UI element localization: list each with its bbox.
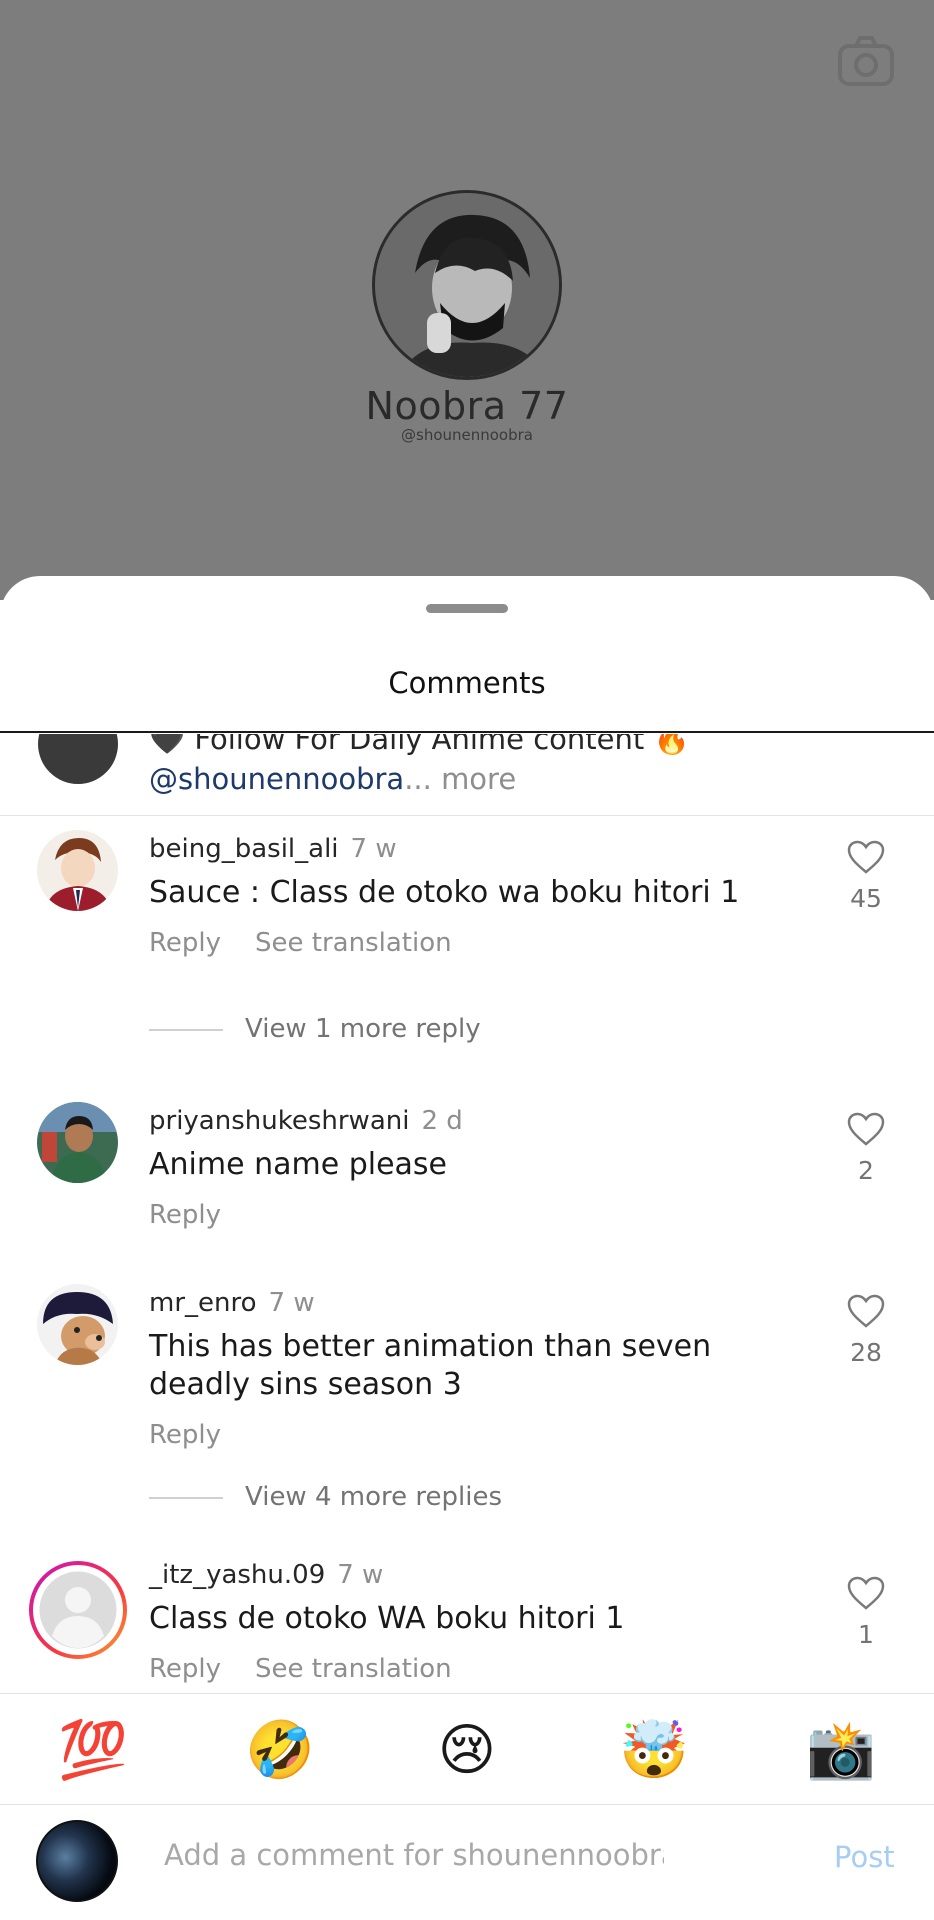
comment-username[interactable]: _itz_yashu.09 xyxy=(149,1560,325,1590)
heart-icon[interactable] xyxy=(847,840,885,874)
see-translation-button[interactable]: See translation xyxy=(255,1654,452,1684)
reply-button[interactable]: Reply xyxy=(149,1654,221,1684)
heart-icon[interactable] xyxy=(847,1576,885,1610)
comment-actions: Reply xyxy=(149,1420,221,1450)
reply-button[interactable]: Reply xyxy=(149,1200,221,1230)
current-user-avatar xyxy=(36,1820,118,1902)
comment-text: This has better animation than seven dea… xyxy=(149,1329,712,1402)
crying-emoji-button[interactable]: 😢 xyxy=(432,1716,502,1786)
drag-handle[interactable] xyxy=(426,604,508,613)
comment-input-bar: Post xyxy=(0,1806,934,1920)
profile-avatar xyxy=(372,190,562,380)
rofl-emoji-button[interactable]: 🤣 xyxy=(245,1716,315,1786)
reply-button[interactable]: Reply xyxy=(149,1420,221,1450)
avatar-story-ring[interactable] xyxy=(28,1560,128,1660)
like-count: 45 xyxy=(850,884,882,913)
profile-handle: @shounennoobra xyxy=(401,426,533,444)
see-translation-button[interactable]: See translation xyxy=(255,928,452,958)
video-background[interactable]: Noobra 77 @shounennoobra xyxy=(0,0,934,600)
reply-line xyxy=(149,1028,223,1031)
like-count: 2 xyxy=(858,1156,874,1185)
comment-time: 7 w xyxy=(268,1288,315,1318)
like-count: 1 xyxy=(858,1620,874,1649)
reply-line xyxy=(149,1496,223,1499)
avatar[interactable] xyxy=(37,830,118,911)
view-replies-label: View 1 more reply xyxy=(245,1014,481,1044)
caption-line-2: @shounennoobra... more xyxy=(149,762,516,796)
comment-meta: priyanshukeshrwani 2 d xyxy=(149,1106,463,1136)
comment-actions: Reply See translation xyxy=(149,928,452,958)
avatar[interactable] xyxy=(37,1284,118,1365)
like-count: 28 xyxy=(850,1338,882,1367)
caption-avatar[interactable] xyxy=(38,734,118,784)
like-control: 28 xyxy=(840,1294,892,1367)
comment-actions: Reply See translation xyxy=(149,1654,452,1684)
caption-mention[interactable]: @shounennoobra xyxy=(149,762,404,796)
comment-meta: mr_enro 7 w xyxy=(149,1288,315,1318)
like-control: 2 xyxy=(840,1112,892,1185)
caption-text: 🖤 Follow For Daily Anime content 🔥 xyxy=(149,734,690,756)
comment-input[interactable] xyxy=(164,1838,664,1872)
comment-text: Anime name please xyxy=(149,1147,448,1182)
view-replies-button[interactable]: View 1 more reply xyxy=(149,1014,481,1044)
profile-name: Noobra 77 xyxy=(365,384,569,428)
comment-username[interactable]: mr_enro xyxy=(149,1288,257,1318)
like-control: 45 xyxy=(840,840,892,913)
comment-username[interactable]: being_basil_ali xyxy=(149,834,339,864)
comment-username[interactable]: priyanshukeshrwani xyxy=(149,1106,409,1136)
view-replies-label: View 4 more replies xyxy=(245,1482,502,1512)
divider xyxy=(0,731,934,733)
profile-overlay: Noobra 77 @shounennoobra xyxy=(0,190,934,444)
view-replies-button[interactable]: View 4 more replies xyxy=(149,1482,502,1512)
mind-blown-emoji-button[interactable]: 🤯 xyxy=(619,1716,689,1786)
heart-icon[interactable] xyxy=(847,1112,885,1146)
post-button[interactable]: Post xyxy=(834,1840,895,1874)
reply-button[interactable]: Reply xyxy=(149,928,221,958)
camera-flash-emoji-button[interactable]: 📸 xyxy=(806,1716,876,1786)
comment-time: 7 w xyxy=(337,1560,384,1590)
comment-time: 2 d xyxy=(421,1106,463,1136)
hundred-points-emoji-button[interactable]: 💯 xyxy=(58,1716,128,1786)
post-caption: 🖤 Follow For Daily Anime content 🔥 @shou… xyxy=(0,734,934,816)
like-control: 1 xyxy=(840,1576,892,1649)
sheet-title: Comments xyxy=(388,666,546,700)
comment-text: Class de otoko WA boku hitori 1 xyxy=(149,1601,625,1636)
comment-meta: _itz_yashu.09 7 w xyxy=(149,1560,383,1590)
avatar[interactable] xyxy=(37,1102,118,1183)
camera-icon[interactable] xyxy=(836,32,896,92)
emoji-bar: 💯 🤣 😢 🤯 📸 xyxy=(0,1693,934,1805)
comment-meta: being_basil_ali 7 w xyxy=(149,834,397,864)
comment-actions: Reply xyxy=(149,1200,221,1230)
comment-text: Sauce : Class de otoko wa boku hitori 1 xyxy=(149,875,740,910)
more-link[interactable]: more xyxy=(441,762,516,796)
comment-time: 7 w xyxy=(350,834,397,864)
heart-icon[interactable] xyxy=(847,1294,885,1328)
caption-ellipsis: ... xyxy=(404,762,432,796)
